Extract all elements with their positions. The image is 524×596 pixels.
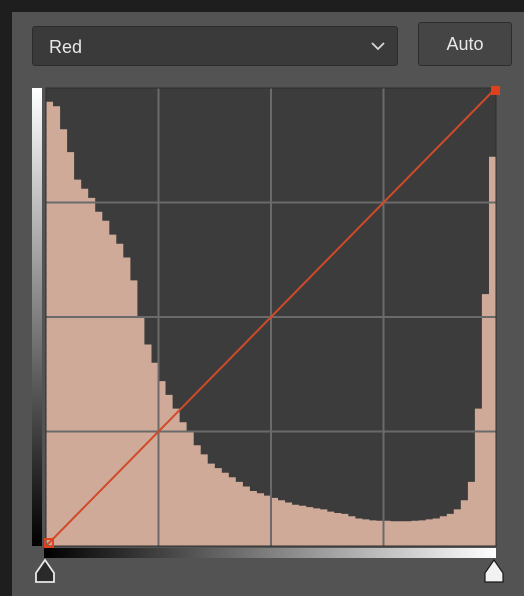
input-gradient-bar	[44, 548, 496, 558]
curve-point-white[interactable]	[491, 86, 500, 95]
curves-graph[interactable]	[0, 0, 524, 596]
black-point-slider-icon[interactable]	[35, 558, 55, 583]
white-point-slider-icon[interactable]	[484, 558, 504, 583]
output-gradient-bar	[32, 88, 42, 546]
